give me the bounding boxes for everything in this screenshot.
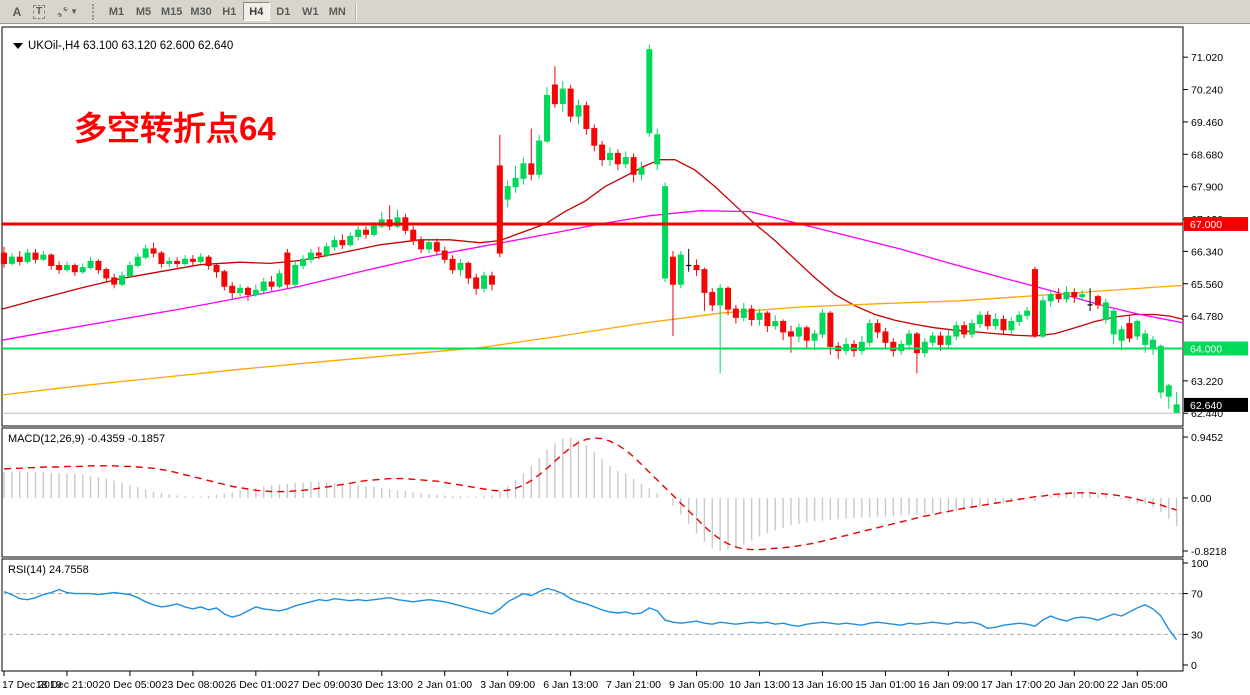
candle xyxy=(1032,267,1037,338)
tf-button-MN[interactable]: MN xyxy=(324,2,351,21)
tf-button-M30[interactable]: M30 xyxy=(186,2,215,21)
time-axis-group[interactable]: 17 Dec 201918 Dec 21:0020 Dec 05:0023 De… xyxy=(2,671,1168,691)
time-axis-label: 20 Dec 05:00 xyxy=(99,679,162,691)
time-axis-label: 26 Dec 01:00 xyxy=(225,679,288,691)
tf-button-H1[interactable]: H1 xyxy=(216,2,243,21)
candle xyxy=(867,319,872,346)
time-axis-label: 23 Dec 08:00 xyxy=(162,679,225,691)
time-axis-label: 2 Jan 01:00 xyxy=(417,679,472,691)
rsi-panel[interactable] xyxy=(2,559,1183,671)
time-axis-label: 16 Jan 09:00 xyxy=(918,679,979,691)
chart-window: 71.02070.24069.46068.68067.90067.12066.3… xyxy=(0,24,1250,695)
macd-label: MACD(12,26,9) -0.4359 -0.1857 xyxy=(8,433,165,445)
tf-button-H4[interactable]: H4 xyxy=(243,2,270,21)
candle xyxy=(1040,297,1045,339)
candle xyxy=(545,87,550,143)
time-axis-label: 13 Jan 16:00 xyxy=(792,679,853,691)
arrows-tool-dropdown[interactable]: ▼ xyxy=(50,2,84,21)
chevron-down-icon: ▼ xyxy=(70,7,78,16)
tf-button-D1[interactable]: D1 xyxy=(270,2,297,21)
time-axis-label: 20 Jan 20:00 xyxy=(1044,679,1105,691)
time-axis-label: 18 Dec 21:00 xyxy=(36,679,99,691)
chart-annotation-text[interactable]: 多空转折点64 xyxy=(74,110,276,147)
tf-button-M5[interactable]: M5 xyxy=(130,2,157,21)
toolbar-separator xyxy=(355,3,357,21)
time-axis-label: 7 Jan 21:00 xyxy=(606,679,661,691)
candle xyxy=(647,45,652,137)
candle xyxy=(663,183,668,283)
time-axis-label: 15 Jan 01:00 xyxy=(855,679,916,691)
main-chart-panel[interactable] xyxy=(2,27,1183,426)
toolbar: A T ▼ M1M5M15M30H1H4D1W1MN xyxy=(0,0,1250,24)
time-axis-label: 10 Jan 13:00 xyxy=(729,679,790,691)
time-axis-label: 22 Jan 05:00 xyxy=(1107,679,1168,691)
symbol-ohlc-line: UKOil-,H4 63.100 63.120 62.600 62.640 xyxy=(28,40,233,52)
toolbar-grip[interactable] xyxy=(92,4,97,20)
candle xyxy=(537,135,542,179)
time-axis-label: 30 Dec 13:00 xyxy=(351,679,414,691)
tf-button-M15[interactable]: M15 xyxy=(157,2,186,21)
time-axis-label: 3 Jan 09:00 xyxy=(480,679,535,691)
time-axis-label: 17 Jan 17:00 xyxy=(981,679,1042,691)
candle xyxy=(1158,344,1163,398)
candle xyxy=(655,129,660,171)
arrows-icon xyxy=(56,5,69,19)
timeframe-button-group: M1M5M15M30H1H4D1W1MN xyxy=(103,2,351,21)
tf-button-M1[interactable]: M1 xyxy=(103,2,130,21)
candle xyxy=(678,251,683,288)
candle xyxy=(293,261,298,286)
text-tool-icon: T xyxy=(33,5,45,19)
candle xyxy=(820,309,825,338)
rsi-label: RSI(14) 24.7558 xyxy=(8,564,89,576)
price-axis[interactable] xyxy=(1184,27,1250,671)
candle xyxy=(285,249,290,288)
time-axis-label: 27 Dec 09:00 xyxy=(288,679,351,691)
time-axis-label: 6 Jan 13:00 xyxy=(543,679,598,691)
candle xyxy=(1103,299,1108,324)
time-axis-label: 9 Jan 05:00 xyxy=(669,679,724,691)
macd-panel[interactable] xyxy=(2,428,1183,557)
letter-a-tool-button[interactable]: A xyxy=(6,2,28,21)
tf-button-W1[interactable]: W1 xyxy=(297,2,324,21)
text-tool-button[interactable]: T xyxy=(28,2,50,21)
